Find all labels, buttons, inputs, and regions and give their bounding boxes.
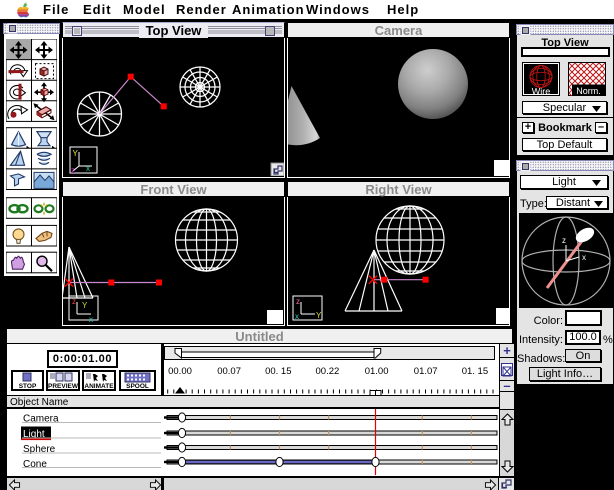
svg-text:ANIMATE: ANIMATE [84, 383, 114, 389]
svg-text:z: z [296, 297, 300, 306]
svg-text:Cone: Cone [23, 459, 47, 470]
svg-text:01. 15: 01. 15 [462, 366, 488, 377]
svg-text:01.07: 01.07 [414, 366, 438, 377]
svg-text:00. 15: 00. 15 [265, 366, 291, 377]
svg-text:Wire: Wire [532, 87, 551, 97]
svg-text:Y: Y [82, 301, 88, 310]
svg-text:01.00: 01.00 [365, 366, 389, 377]
svg-text:SPOOL: SPOOL [126, 383, 149, 389]
svg-text:z: z [71, 166, 75, 175]
svg-text:STOP: STOP [19, 383, 37, 389]
svg-text:PREVIEW: PREVIEW [48, 383, 78, 389]
svg-text:Y: Y [73, 149, 79, 158]
svg-text:00.07: 00.07 [217, 366, 241, 377]
svg-text:z: z [72, 297, 76, 306]
svg-text:00.22: 00.22 [316, 366, 340, 377]
svg-text:Norm.: Norm. [576, 86, 601, 96]
svg-text:Y: Y [316, 311, 322, 320]
svg-text:z: z [562, 236, 566, 245]
svg-text:00.00: 00.00 [168, 366, 192, 377]
svg-text:x: x [582, 253, 586, 262]
svg-text:x: x [295, 312, 299, 321]
svg-text:x: x [86, 164, 90, 173]
svg-text:x: x [89, 315, 93, 324]
